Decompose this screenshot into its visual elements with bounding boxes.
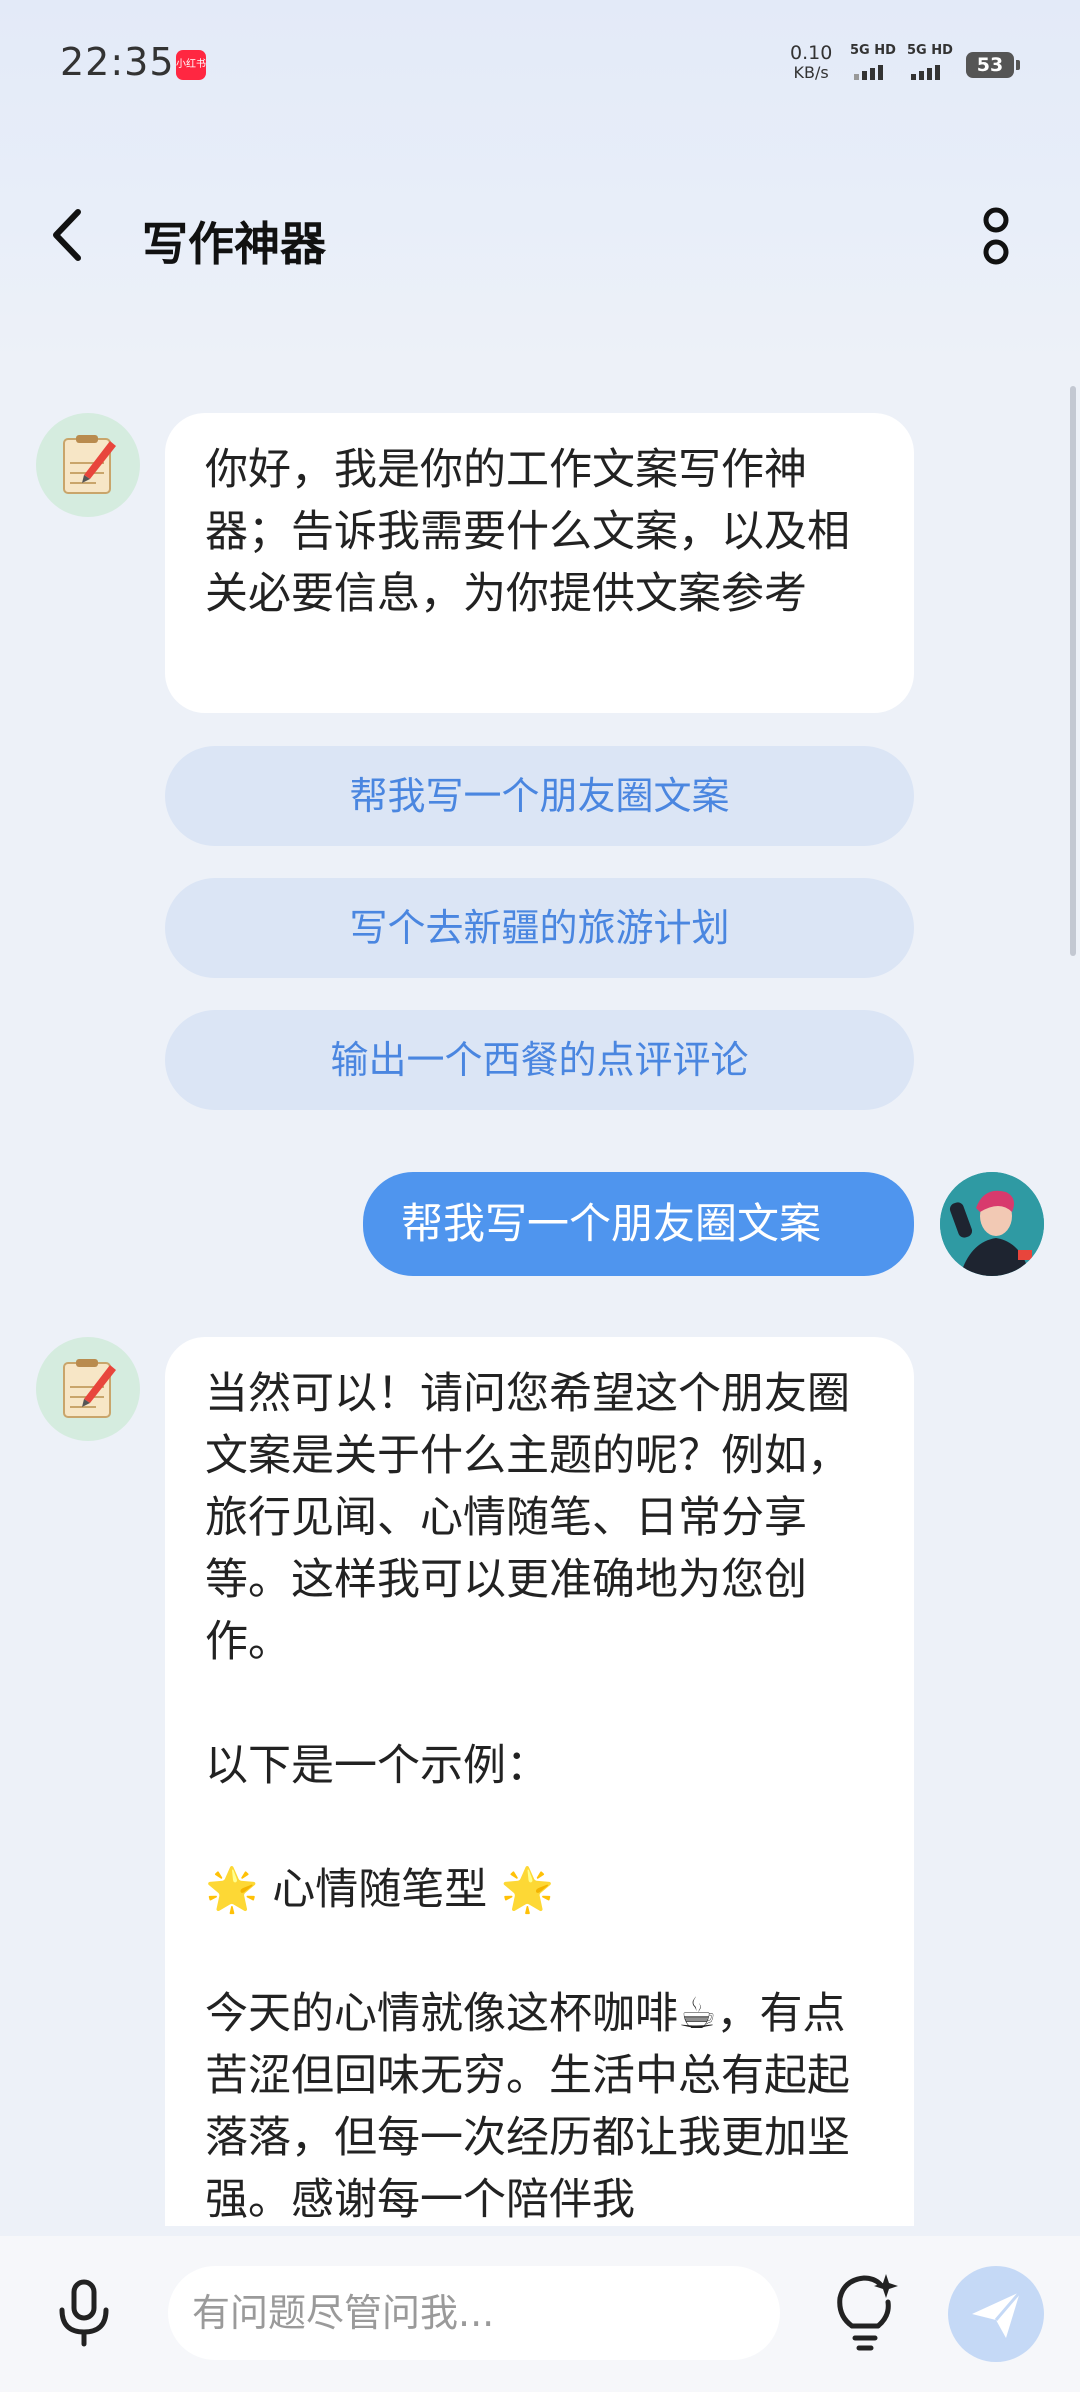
suggestion-chip-restaurant-review[interactable]: 输出一个西餐的点评评论: [165, 1010, 914, 1110]
app-header: 写作神器: [0, 180, 1080, 290]
page-title: 写作神器: [142, 217, 326, 271]
signal-sim1-icon: 5G HD: [850, 44, 902, 80]
chat-area[interactable]: 你好，我是你的工作文案写作神器；告诉我需要什么文案，以及相关必要信息，为你提供文…: [0, 360, 1080, 2226]
reply-paragraph: 今天的心情就像这杯咖啡☕，有点苦涩但回味无穷。生活中总有起起落落，但每一次经历都…: [205, 1989, 850, 2225]
user-avatar[interactable]: [940, 1172, 1044, 1276]
battery-icon: 53: [966, 52, 1020, 78]
notepad-pen-icon: [63, 435, 116, 494]
message-input[interactable]: [168, 2266, 780, 2360]
more-options-button[interactable]: [966, 200, 1026, 274]
send-arrow-icon: [972, 2291, 1022, 2338]
suggestion-chip-moments[interactable]: 帮我写一个朋友圈文案: [165, 746, 914, 846]
suggestion-chip-travel-plan[interactable]: 写个去新疆的旅游计划: [165, 878, 914, 978]
user-portrait-icon: [940, 1172, 1044, 1276]
notepad-pen-icon: [63, 1359, 116, 1418]
xiaohongshu-app-icon: 小红书: [176, 50, 206, 80]
microphone-icon: [59, 2279, 109, 2347]
lightbulb-sparkle-icon: [837, 2274, 898, 2351]
voice-input-button[interactable]: [48, 2276, 120, 2348]
bot-message-bubble: 你好，我是你的工作文案写作神器；告诉我需要什么文案，以及相关必要信息，为你提供文…: [165, 413, 914, 713]
bot-reply-bubble: 当然可以！请问您希望这个朋友圈文案是关于什么主题的呢？例如，旅行见闻、心情随笔、…: [165, 1337, 914, 2226]
chevron-left-icon: [53, 209, 81, 261]
send-button[interactable]: [948, 2266, 1044, 2362]
reply-paragraph: 以下是一个示例：: [205, 1741, 549, 1791]
reply-heading: 🌟 心情随笔型 🌟: [205, 1865, 555, 1915]
signal-sim2-icon: 5G HD: [907, 44, 959, 80]
network-speed-unit: KB/s: [793, 63, 829, 82]
user-message-bubble: 帮我写一个朋友圈文案: [363, 1172, 914, 1276]
network-speed-value: 0.10: [790, 42, 833, 64]
status-bar: 22:35 小红书 0.10 KB/s 5G HD 5G HD 53: [0, 0, 1080, 130]
back-button[interactable]: [40, 202, 100, 268]
bot-avatar: [36, 1337, 140, 1441]
chat-scrollbar[interactable]: [1070, 386, 1076, 956]
reply-paragraph: 当然可以！请问您希望这个朋友圈文案是关于什么主题的呢？例如，旅行见闻、心情随笔、…: [205, 1369, 850, 1667]
input-bar: [0, 2236, 1080, 2392]
inspiration-button[interactable]: [830, 2268, 900, 2354]
bot-avatar: [36, 413, 140, 517]
network-speed: 0.10 KB/s: [790, 42, 833, 83]
more-vertical-icon: [983, 207, 1009, 265]
status-time: 22:35: [60, 40, 175, 84]
